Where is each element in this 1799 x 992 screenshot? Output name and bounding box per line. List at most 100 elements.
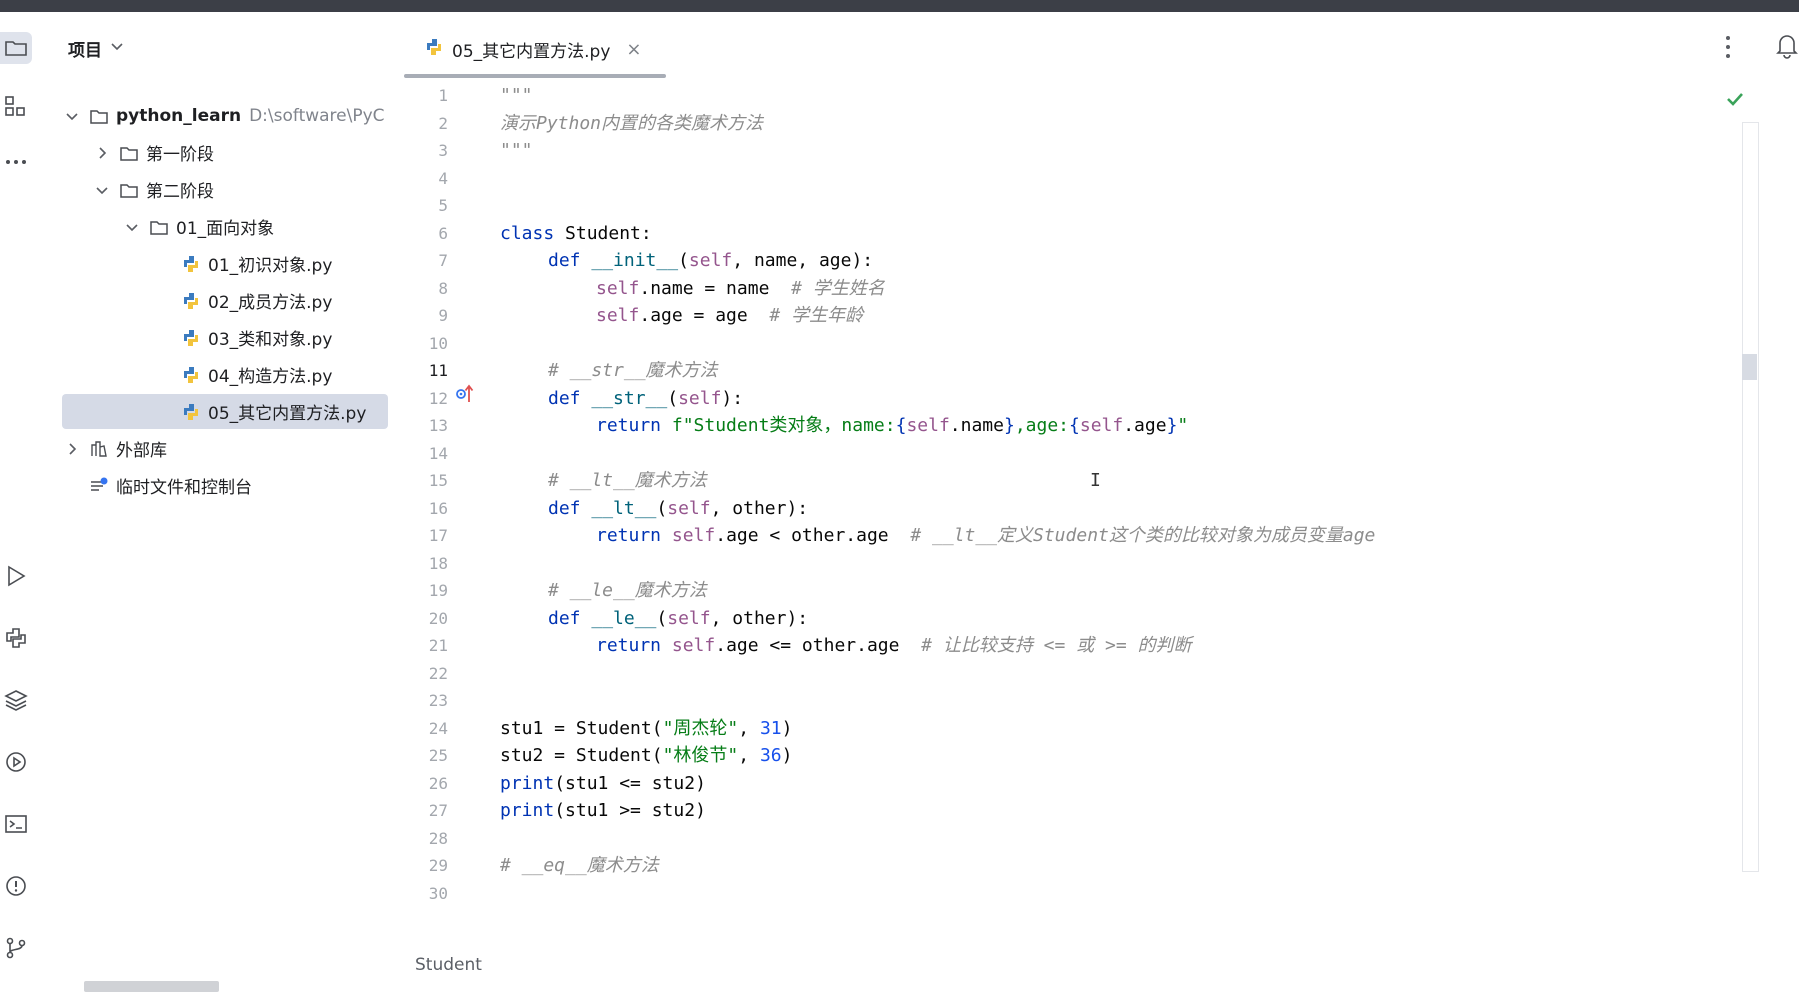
more-icon[interactable] — [0, 146, 32, 178]
override-marker-icon[interactable] — [456, 382, 476, 406]
line-number: 17 — [428, 526, 448, 545]
tree-item-label: 04_构造方法.py — [208, 367, 333, 387]
tree-item-folder[interactable]: 第二阶段 — [92, 172, 214, 207]
library-icon — [88, 438, 110, 460]
line-number: 5 — [438, 196, 448, 215]
terminal-icon[interactable] — [0, 808, 32, 840]
python-file-icon — [180, 364, 202, 386]
line-number: 29 — [428, 856, 448, 875]
close-icon[interactable]: × — [626, 39, 641, 60]
code-line-29: # __eq__魔术方法 — [500, 855, 659, 876]
run-icon[interactable] — [0, 560, 32, 592]
chevron-down-icon[interactable] — [62, 106, 82, 126]
tree-item-label: 01_初识对象.py — [208, 256, 333, 276]
inspection-ok-icon[interactable] — [1724, 88, 1746, 110]
chevron-right-icon[interactable] — [62, 439, 82, 459]
code-line-19: # __le__魔术方法 — [548, 580, 707, 601]
tree-item-label: 第二阶段 — [146, 182, 214, 202]
tab-05-builtin-methods[interactable]: 05_其它内置方法.py × — [404, 34, 666, 64]
line-number: 10 — [428, 333, 448, 353]
project-panel-header[interactable]: 项目 — [68, 36, 124, 61]
notifications-icon[interactable] — [1772, 30, 1799, 60]
code-line-7: def __init__(self, name, age): — [548, 250, 874, 271]
line-number: 9 — [438, 306, 448, 325]
root-folder-name: python_learn — [116, 105, 242, 126]
chevron-down-icon[interactable] — [92, 180, 112, 200]
git-icon[interactable] — [0, 932, 32, 964]
line-number: 6 — [438, 223, 448, 243]
services-icon[interactable] — [0, 746, 32, 778]
problems-icon[interactable] — [0, 870, 32, 902]
structure-icon[interactable] — [0, 90, 32, 122]
code-line-9: self.age = age # 学生年龄 — [596, 305, 864, 326]
code-line-16: def __lt__(self, other): — [548, 497, 809, 519]
line-number: 15 — [428, 471, 448, 490]
code-line-13: return f"Student类对象，name:{self.name},age… — [596, 415, 1189, 436]
python-console-icon[interactable] — [0, 622, 32, 654]
line-number: 2 — [438, 113, 448, 133]
tree-item-file[interactable]: 04_构造方法.py — [180, 357, 332, 392]
folder-icon — [148, 216, 170, 238]
tree-item-label: 01_面向对象 — [176, 219, 275, 239]
breadcrumb[interactable]: Student — [415, 955, 482, 975]
code-line-27: print(stu1 >= stu2) — [500, 800, 706, 821]
tool-window-strip — [0, 12, 40, 980]
line-number: 11 — [428, 361, 448, 380]
scrollbar-thumb[interactable] — [1742, 354, 1757, 380]
editor-vertical-scrollbar[interactable] — [1742, 122, 1759, 872]
chevron-down-icon[interactable] — [122, 217, 142, 237]
line-number: 26 — [428, 773, 448, 793]
tree-item-external-libraries[interactable]: 外部库 — [62, 431, 167, 466]
tree-item-scratches[interactable]: 临时文件和控制台 — [88, 468, 252, 503]
python-file-icon — [180, 401, 202, 423]
chevron-right-icon[interactable] — [92, 143, 112, 163]
line-number: 3 — [438, 141, 448, 160]
window-top-bar — [0, 0, 1799, 12]
line-number: 18 — [428, 553, 448, 573]
tree-item-file[interactable]: 02_成员方法.py — [180, 283, 332, 318]
line-number: 13 — [428, 416, 448, 435]
line-number: 1 — [438, 86, 448, 105]
tree-item-label: 05_其它内置方法.py — [208, 404, 367, 424]
project-title: 项目 — [68, 40, 102, 61]
code-line-11: # __str__魔术方法 — [548, 360, 718, 381]
line-number: 27 — [428, 801, 448, 820]
tree-item-root[interactable]: python_learn D:\software\PyC — [62, 98, 385, 133]
tree-item-file[interactable]: 01_初识对象.py — [180, 246, 332, 281]
folder-icon[interactable] — [0, 32, 32, 64]
line-number: 16 — [428, 498, 448, 518]
tree-item-label: 03_类和对象.py — [208, 330, 333, 350]
line-number: 8 — [438, 278, 448, 298]
mouse-text-cursor: I — [1090, 470, 1101, 491]
code-line-3: """ — [500, 140, 533, 161]
tree-item-label: 02_成员方法.py — [208, 293, 333, 313]
code-line-8: self.name = name # 学生姓名 — [596, 277, 885, 299]
more-options-icon[interactable] — [1718, 32, 1738, 62]
code-line-26: print(stu1 <= stu2) — [500, 772, 706, 794]
python-file-icon — [424, 37, 444, 62]
line-number: 14 — [428, 443, 448, 463]
project-panel: 项目 python_learn D:\software\PyC 第一阶段 第二阶… — [40, 12, 410, 992]
code-line-17: return self.age < other.age # __lt__定义St… — [596, 525, 1376, 546]
chevron-down-icon[interactable] — [110, 38, 124, 58]
code-line-1: """ — [500, 85, 533, 106]
root-folder-path: D:\software\PyC — [249, 105, 385, 126]
panel-horizontal-scrollbar[interactable] — [84, 981, 219, 992]
line-number: 12 — [428, 388, 448, 408]
line-number: 22 — [428, 663, 448, 683]
tree-item-folder[interactable]: 01_面向对象 — [122, 209, 274, 244]
tree-item-folder[interactable]: 第一阶段 — [92, 135, 214, 170]
line-number: 19 — [428, 581, 448, 600]
tree-item-file-selected[interactable]: 05_其它内置方法.py — [62, 394, 388, 429]
layers-icon[interactable] — [0, 684, 32, 716]
code-line-6: class Student: — [500, 222, 652, 244]
code-line-21: return self.age <= other.age # 让比较支持 <= … — [596, 635, 1192, 656]
line-number: 28 — [428, 828, 448, 848]
tree-item-file[interactable]: 03_类和对象.py — [180, 320, 332, 355]
line-number: 30 — [428, 883, 448, 903]
python-file-icon — [180, 327, 202, 349]
scratches-icon — [88, 475, 110, 497]
line-number: 25 — [428, 746, 448, 765]
python-file-icon — [180, 253, 202, 275]
line-number: 23 — [428, 691, 448, 710]
